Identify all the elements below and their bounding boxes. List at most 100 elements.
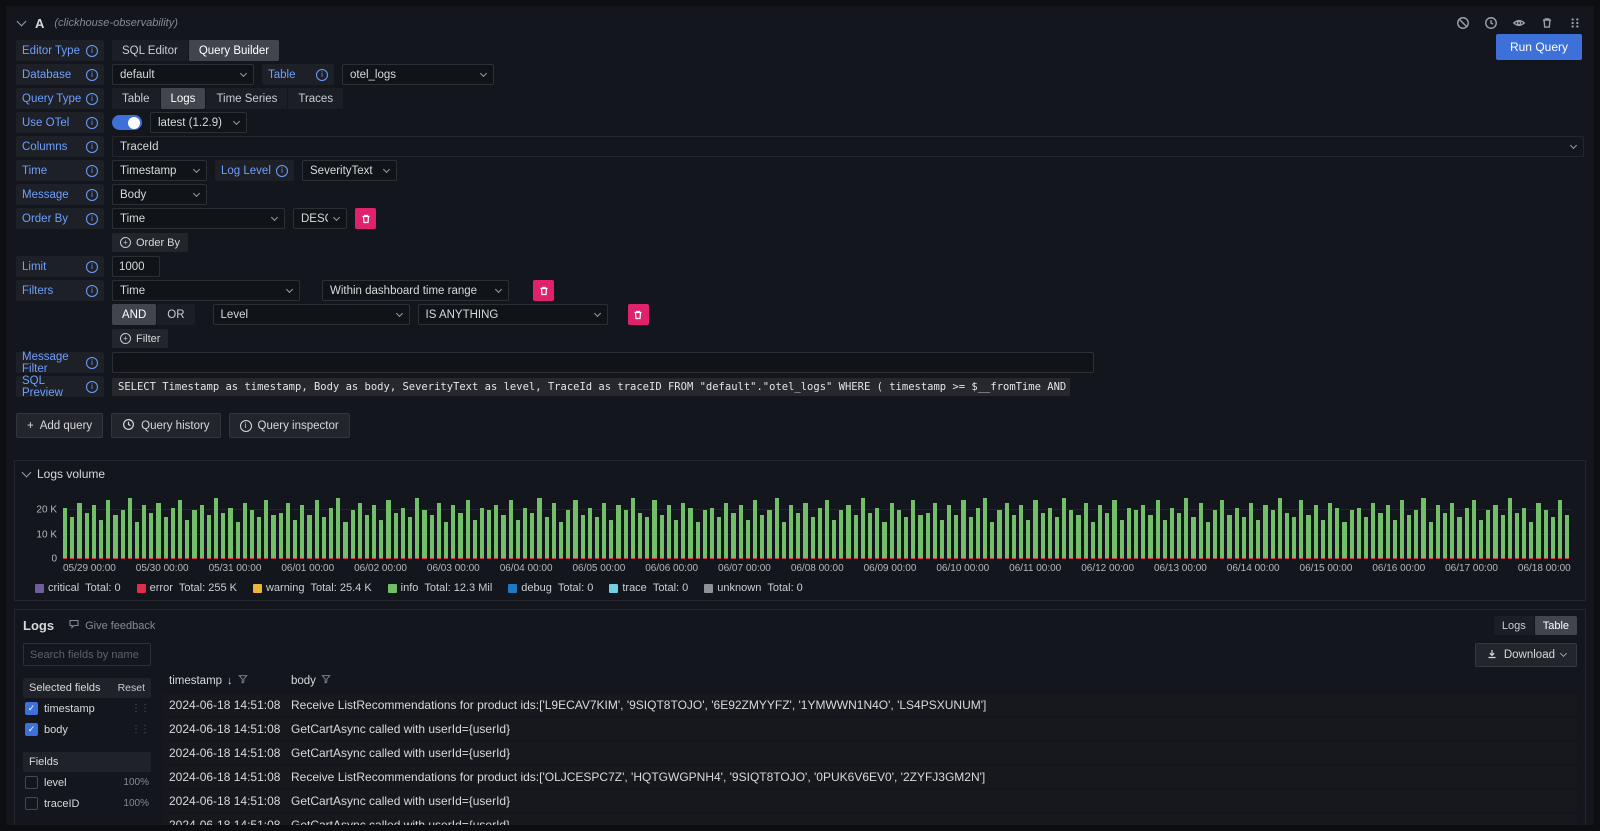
view-logs-option[interactable]: Logs: [1494, 616, 1534, 635]
info-icon[interactable]: i: [86, 117, 98, 129]
table-row[interactable]: 2024-06-18 14:51:08Receive ListRecommend…: [163, 694, 1577, 716]
info-icon[interactable]: i: [86, 69, 98, 81]
log-level-select[interactable]: SeverityText: [302, 160, 397, 181]
selected-field-item[interactable]: ✓body⋮⋮: [23, 719, 151, 740]
query-builder-option[interactable]: Query Builder: [188, 40, 279, 61]
time-column-select[interactable]: Timestamp: [112, 160, 207, 181]
run-query-button[interactable]: Run Query: [1496, 34, 1582, 60]
or-option[interactable]: OR: [156, 304, 194, 325]
legend-item[interactable]: infoTotal: 12.3 Mil: [388, 582, 493, 594]
sql-preview-row: SQL Preview i SELECT Timestamp as timest…: [16, 376, 1584, 397]
remove-filter-button[interactable]: [533, 280, 554, 301]
volume-plot: [63, 493, 1571, 559]
filter-icon[interactable]: [321, 674, 331, 687]
view-table-option[interactable]: Table: [1534, 616, 1577, 635]
info-icon[interactable]: i: [276, 165, 288, 177]
otel-version-select[interactable]: latest (1.2.9): [150, 112, 247, 133]
info-icon[interactable]: i: [86, 93, 98, 105]
legend-item[interactable]: debugTotal: 0: [508, 582, 593, 594]
use-otel-switch[interactable]: [112, 115, 142, 130]
bool-operator-toggle: AND OR: [112, 304, 195, 325]
condition-operator-select[interactable]: IS ANYTHING: [418, 304, 608, 325]
history-icon[interactable]: [1484, 16, 1498, 30]
info-icon[interactable]: i: [86, 285, 98, 297]
body-cell: GetCartAsync called with userId={userId}: [291, 794, 1571, 808]
query-type-table[interactable]: Table: [112, 88, 160, 109]
and-option[interactable]: AND: [112, 304, 156, 325]
checkbox-unchecked[interactable]: [25, 776, 38, 789]
info-icon[interactable]: i: [86, 357, 98, 369]
checkbox-checked[interactable]: ✓: [25, 723, 38, 736]
info-icon[interactable]: i: [86, 141, 98, 153]
legend-item[interactable]: errorTotal: 255 K: [137, 582, 237, 594]
volume-bar: [480, 508, 484, 559]
volume-bar: [1529, 522, 1533, 559]
query-type-time-series[interactable]: Time Series: [205, 88, 287, 109]
table-row[interactable]: 2024-06-18 14:51:08GetCartAsync called w…: [163, 814, 1577, 825]
field-item[interactable]: traceID100%: [23, 793, 151, 814]
legend-item[interactable]: unknownTotal: 0: [704, 582, 803, 594]
sql-editor-option[interactable]: SQL Editor: [112, 40, 188, 61]
collapse-chevron-icon[interactable]: [22, 468, 32, 478]
table-row[interactable]: 2024-06-18 14:51:08GetCartAsync called w…: [163, 742, 1577, 764]
info-icon[interactable]: i: [316, 69, 328, 81]
remove-query-icon[interactable]: [1540, 16, 1554, 30]
columns-multiselect[interactable]: TraceId: [112, 136, 1584, 157]
sort-desc-icon[interactable]: ↓: [227, 675, 233, 687]
legend-item[interactable]: traceTotal: 0: [609, 582, 688, 594]
checkbox-unchecked[interactable]: [25, 797, 38, 810]
disable-query-icon[interactable]: [1456, 16, 1470, 30]
volume-bar: [1371, 503, 1375, 559]
condition-field-select[interactable]: Level: [213, 304, 410, 325]
selected-field-item[interactable]: ✓timestamp⋮⋮: [23, 698, 151, 719]
collapse-chevron-icon[interactable]: [17, 17, 27, 27]
drag-handle-icon[interactable]: ⋮⋮: [131, 703, 149, 714]
add-order-by-button[interactable]: + Order By: [112, 233, 188, 252]
body-column-header[interactable]: body: [291, 674, 1571, 687]
query-type-traces[interactable]: Traces: [287, 88, 343, 109]
query-inspector-label: Query inspector: [258, 420, 339, 432]
order-by-field-select[interactable]: Time: [112, 208, 285, 229]
info-icon[interactable]: i: [86, 261, 98, 273]
download-button[interactable]: Download: [1475, 643, 1577, 667]
info-icon[interactable]: i: [86, 213, 98, 225]
filter-operator-select[interactable]: Within dashboard time range: [322, 280, 509, 301]
limit-input[interactable]: [112, 256, 160, 277]
query-type-logs[interactable]: Logs: [160, 88, 206, 109]
message-column-select[interactable]: Body: [112, 184, 207, 205]
checkbox-checked[interactable]: ✓: [25, 702, 38, 715]
search-fields-input[interactable]: [23, 643, 151, 666]
table-row[interactable]: 2024-06-18 14:51:08GetCartAsync called w…: [163, 718, 1577, 740]
drag-handle-icon[interactable]: [1568, 16, 1582, 30]
add-query-button[interactable]: + Add query: [16, 413, 103, 438]
info-icon[interactable]: i: [86, 381, 98, 393]
message-filter-input[interactable]: [112, 352, 1094, 373]
table-row[interactable]: 2024-06-18 14:51:08Receive ListRecommend…: [163, 766, 1577, 788]
x-tick-label: 05/29 00:00: [63, 563, 116, 574]
drag-handle-icon[interactable]: ⋮⋮: [131, 724, 149, 735]
timestamp-column-header[interactable]: timestamp ↓: [169, 674, 291, 687]
info-icon[interactable]: i: [86, 165, 98, 177]
volume-bar: [63, 508, 67, 559]
info-icon[interactable]: i: [86, 45, 98, 57]
table-select[interactable]: otel_logs: [342, 64, 494, 85]
legend-item[interactable]: criticalTotal: 0: [35, 582, 121, 594]
query-header-actions: [1456, 16, 1582, 30]
remove-order-by-button[interactable]: [355, 208, 376, 229]
filter-icon[interactable]: [238, 674, 248, 687]
database-select[interactable]: default: [112, 64, 254, 85]
hide-response-icon[interactable]: [1512, 16, 1526, 30]
order-direction-select[interactable]: DESC: [293, 208, 347, 229]
table-row[interactable]: 2024-06-18 14:51:08GetCartAsync called w…: [163, 790, 1577, 812]
add-filter-button[interactable]: + Filter: [112, 329, 168, 348]
query-inspector-button[interactable]: i Query inspector: [229, 413, 350, 438]
info-icon[interactable]: i: [86, 189, 98, 201]
filter-field-select[interactable]: Time: [112, 280, 300, 301]
query-history-button[interactable]: Query history: [111, 413, 220, 438]
give-feedback-link[interactable]: Give feedback: [68, 618, 155, 633]
reset-button[interactable]: Reset: [118, 682, 145, 694]
select-value: SeverityText: [310, 165, 378, 177]
field-item[interactable]: level100%: [23, 772, 151, 793]
remove-condition-button[interactable]: [628, 304, 649, 325]
legend-item[interactable]: warningTotal: 25.4 K: [253, 582, 372, 594]
